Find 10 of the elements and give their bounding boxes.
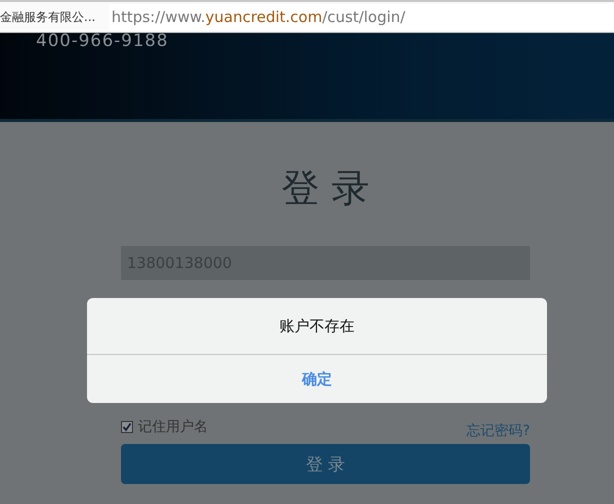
forgot-password-link[interactable]: 忘记密码? [466, 422, 530, 440]
dialog-message: 账户不存在 [87, 298, 547, 355]
hotline-number: 400-966-9188 [36, 33, 170, 49]
confirm-button[interactable]: 确定 [87, 355, 547, 403]
remember-label: 记住用户名 [138, 418, 208, 436]
tab-title[interactable]: 金融服务有限公... [0, 8, 96, 26]
remember-checkbox[interactable] [121, 421, 133, 433]
login-title: 登 录 [280, 165, 371, 212]
address-bar[interactable]: https://www.yuancredit.com/cust/login/ [109, 4, 614, 30]
login-button[interactable]: 登 录 [121, 444, 530, 484]
